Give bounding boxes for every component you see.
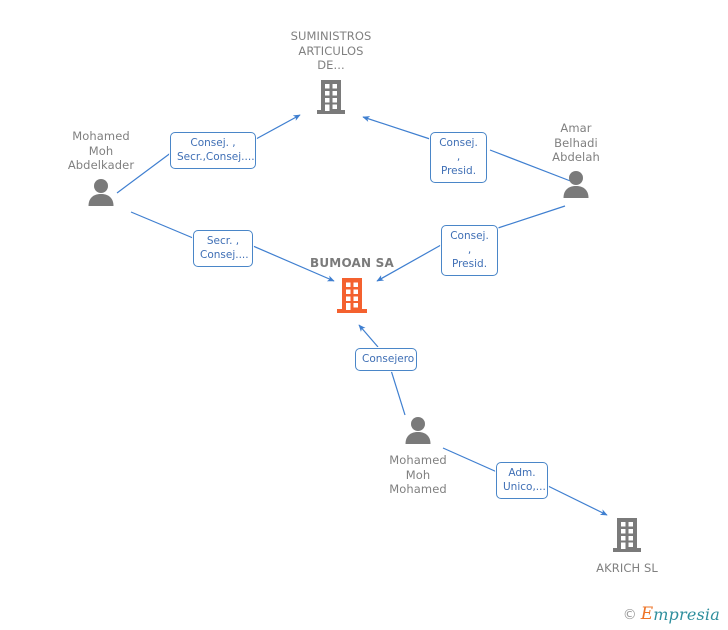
node-label-suministros: SUMINISTROS ARTICULOS DE... (290, 29, 372, 72)
brand-initial: E (640, 604, 654, 624)
empresia-watermark: © E mpresia (622, 604, 720, 624)
edge-line-mohamed-bumoan-b (358, 324, 379, 348)
node-label-amar-belhadi-abdelah: Amar Belhadi Abdelah (552, 121, 600, 164)
node-amar-belhadi-abdelah[interactable]: Amar Belhadi Abdelah (516, 121, 636, 203)
node-akrich-sl[interactable]: AKRICH SL (567, 515, 687, 576)
person-icon (561, 169, 591, 203)
edge-label-belhadi-bumoan[interactable]: Consej. , Presid. (441, 225, 498, 276)
edge-label-mohamed-bumoan[interactable]: Consejero (355, 348, 417, 371)
node-mohamed-moh-abdelkader[interactable]: Mohamed Moh Abdelkader (41, 129, 161, 211)
edge-label-abdelkader-bumoan[interactable]: Secr. , Consej.... (193, 230, 253, 267)
building-icon (315, 77, 347, 119)
copyright-icon: © (622, 606, 637, 623)
building-icon (611, 515, 643, 557)
person-icon (403, 415, 433, 449)
person-icon (86, 177, 116, 211)
node-suministros-articulos[interactable]: SUMINISTROS ARTICULOS DE... (271, 29, 391, 119)
node-mohamed-moh-mohamed[interactable]: Mohamed Moh Mohamed (358, 415, 478, 497)
edge-line-belhadi-bumoan-a (497, 205, 566, 229)
edge-label-abdelkader-suministros[interactable]: Consej. , Secr.,Consej.... (170, 132, 256, 169)
node-label-akrich-sl: AKRICH SL (596, 561, 658, 575)
edge-label-mohamed-akrich[interactable]: Adm. Unico,... (496, 462, 548, 499)
edge-line-belhadi-suministros-b (362, 116, 431, 140)
edge-line-mohamed-akrich-b (547, 485, 608, 516)
brand-name: mpresia (653, 605, 720, 624)
edge-line-mohamed-bumoan-a (389, 366, 406, 416)
node-label-mohamed-moh-mohamed: Mohamed Moh Mohamed (389, 453, 447, 496)
building-icon (335, 275, 369, 319)
node-label-bumoan-sa: BUMOAN SA (310, 256, 394, 270)
relationship-graph: SUMINISTROS ARTICULOS DE... Mohamed Moh … (0, 0, 728, 630)
node-bumoan-sa[interactable]: BUMOAN SA (292, 256, 412, 319)
node-label-mohamed-moh-abdelkader: Mohamed Moh Abdelkader (67, 129, 135, 172)
edge-line-abdelkader-suministros-b (255, 114, 301, 140)
edge-label-belhadi-suministros[interactable]: Consej. , Presid. (430, 132, 487, 183)
edge-line-abdelkader-bumoan-a (130, 211, 194, 239)
